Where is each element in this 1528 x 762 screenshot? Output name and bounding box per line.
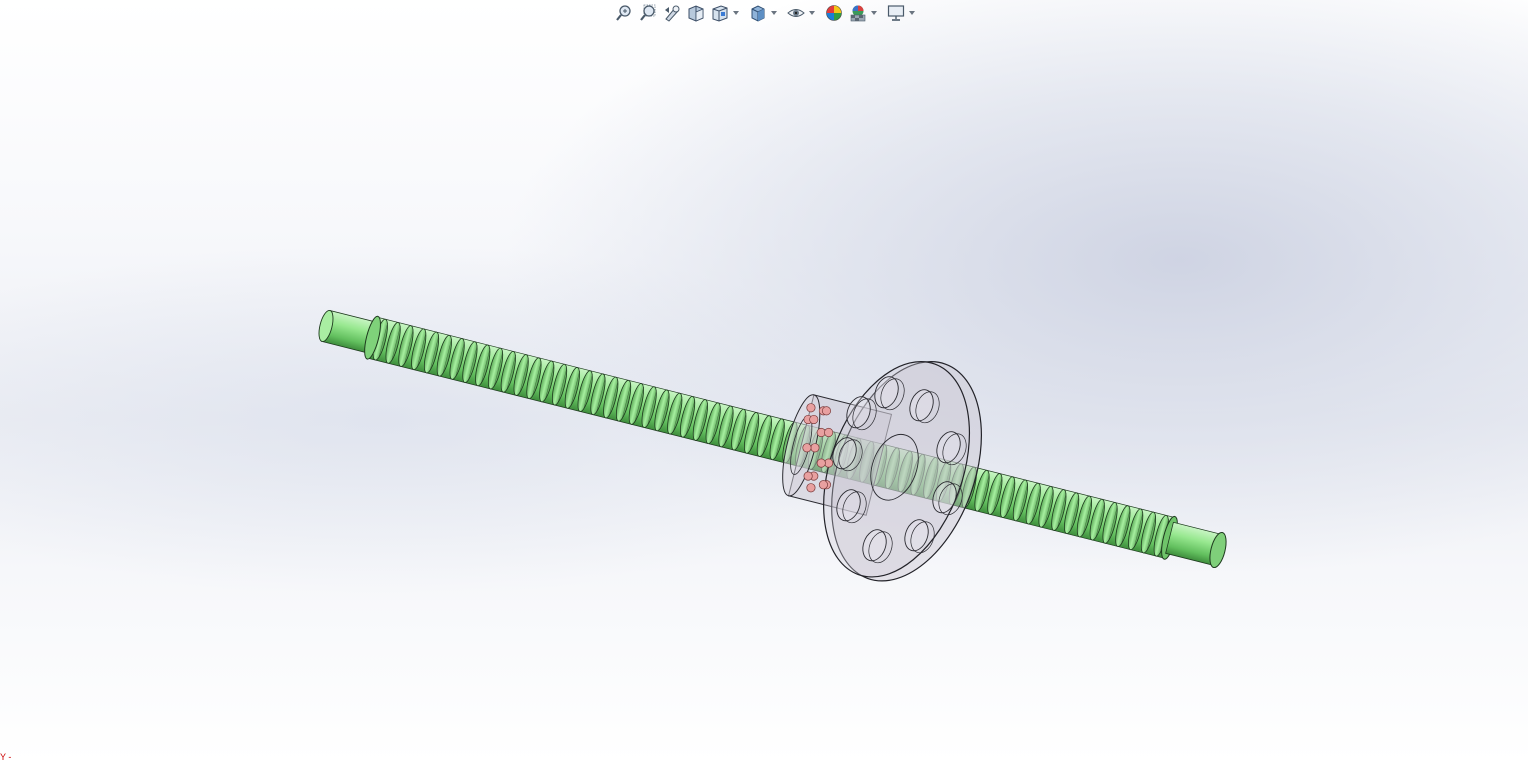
ball-nut[interactable]	[775, 341, 1009, 602]
screw-shaft[interactable]	[316, 309, 1229, 569]
threaded-section	[364, 315, 1178, 560]
ball-screw-model[interactable]	[0, 0, 1528, 762]
nut-flange	[823, 361, 982, 582]
graphics-area[interactable]: Y -	[0, 0, 1528, 762]
right-journal	[1165, 521, 1227, 569]
view-triad: Y -	[0, 752, 12, 762]
